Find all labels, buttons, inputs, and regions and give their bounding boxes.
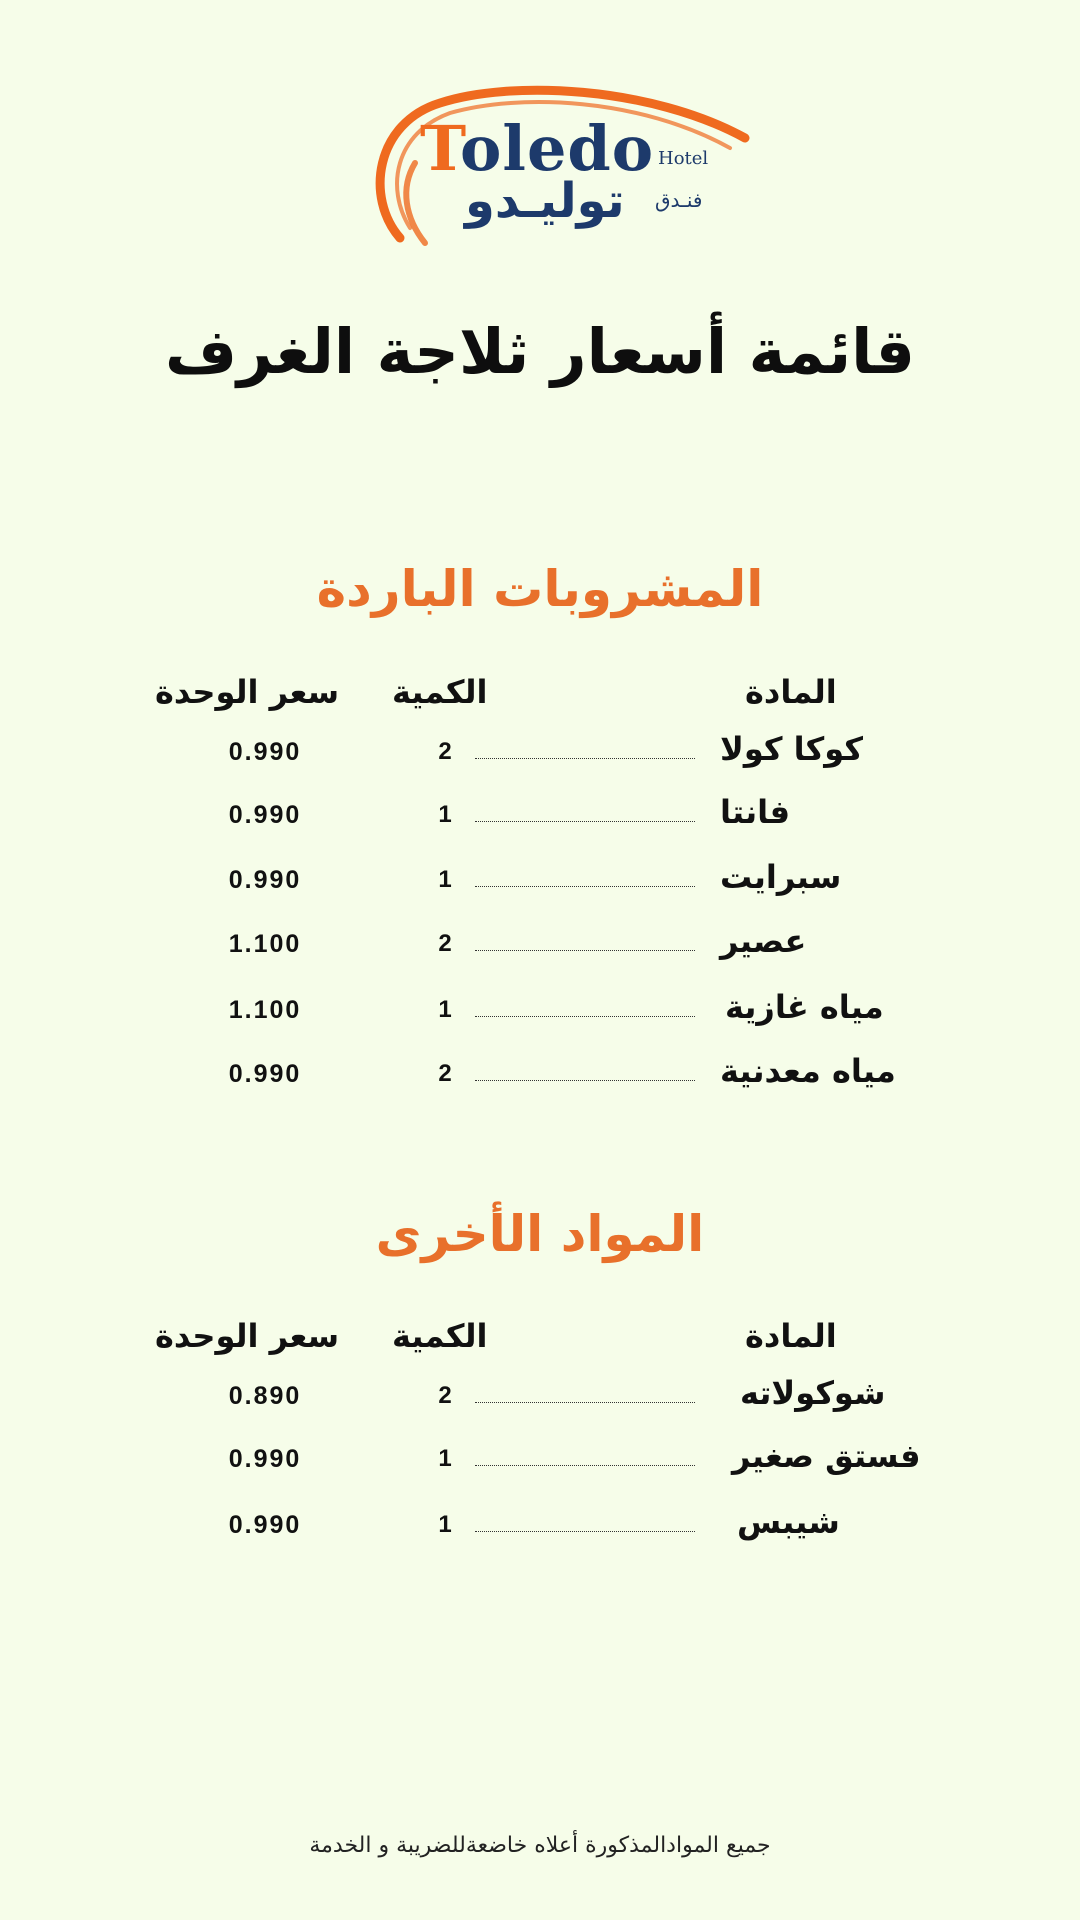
page-title: قائمة أسعار ثلاجة الغرف	[164, 315, 916, 388]
item-qty: 2	[438, 1060, 452, 1087]
item-name: عصير	[720, 922, 807, 960]
column-header-price: سعر الوحدة	[155, 673, 340, 711]
tax-service-note: جميع الموادالمذكورة أعلاه خاضعةللضريبة و…	[309, 1833, 771, 1858]
logo-wordmark: Toledo	[420, 112, 655, 185]
item-price: 0.990	[228, 801, 302, 829]
column-header-price: سعر الوحدة	[155, 1317, 340, 1355]
logo-hotel-label: Hotel	[658, 148, 709, 169]
dotted-leader	[475, 1080, 695, 1081]
item-price: 0.890	[228, 1382, 302, 1410]
logo-arabic-wordmark: توليـدو	[465, 173, 625, 229]
item-qty: 1	[438, 1511, 452, 1538]
logo-arabic-hotel-label: فنـدق	[655, 188, 703, 212]
hotel-logo: Toledo Hotel توليـدو فنـدق	[370, 78, 760, 253]
list-item: مياه غازية 1 1.100	[0, 988, 1080, 1038]
item-price: 0.990	[228, 738, 302, 766]
list-item: كوكا كولا 2 0.990	[0, 730, 1080, 780]
list-item: سبرايت 1 0.990	[0, 858, 1080, 908]
item-price: 0.990	[228, 1445, 302, 1473]
item-qty: 1	[438, 801, 452, 828]
item-qty: 1	[438, 996, 452, 1023]
item-price: 0.990	[228, 1511, 302, 1539]
dotted-leader	[475, 1402, 695, 1403]
item-price: 1.100	[228, 996, 302, 1024]
dotted-leader	[475, 1465, 695, 1466]
item-price: 0.990	[228, 1060, 302, 1088]
item-name: مياه معدنية	[720, 1052, 896, 1090]
list-item: فستق صغير 1 0.990	[0, 1437, 1080, 1487]
item-qty: 1	[438, 1445, 452, 1472]
column-header-item: المادة	[745, 673, 837, 711]
item-name: سبرايت	[720, 858, 842, 896]
list-item: عصير 2 1.100	[0, 922, 1080, 972]
dotted-leader	[475, 886, 695, 887]
item-name: فستق صغير	[732, 1437, 921, 1475]
dotted-leader	[475, 1531, 695, 1532]
section-title-cold-drinks: المشروبات الباردة	[316, 560, 764, 618]
item-name: شوكولاته	[740, 1374, 886, 1412]
item-name: شيبس	[737, 1503, 840, 1541]
item-qty: 2	[438, 738, 452, 765]
column-header-item: المادة	[745, 1317, 837, 1355]
list-item: شوكولاته 2 0.890	[0, 1374, 1080, 1424]
dotted-leader	[475, 1016, 695, 1017]
list-item: مياه معدنية 2 0.990	[0, 1052, 1080, 1102]
section-title-other-items: المواد الأخرى	[375, 1205, 705, 1263]
item-price: 1.100	[228, 930, 302, 958]
item-name: مياه غازية	[725, 988, 884, 1026]
item-qty: 1	[438, 866, 452, 893]
item-qty: 2	[438, 930, 452, 957]
item-qty: 2	[438, 1382, 452, 1409]
dotted-leader	[475, 758, 695, 759]
column-header-qty: الكمية	[392, 673, 488, 711]
dotted-leader	[475, 821, 695, 822]
item-name: فانتا	[720, 793, 791, 831]
item-price: 0.990	[228, 866, 302, 894]
item-name: كوكا كولا	[720, 730, 863, 768]
column-header-qty: الكمية	[392, 1317, 488, 1355]
list-item: شيبس 1 0.990	[0, 1503, 1080, 1553]
dotted-leader	[475, 950, 695, 951]
list-item: فانتا 1 0.990	[0, 793, 1080, 843]
